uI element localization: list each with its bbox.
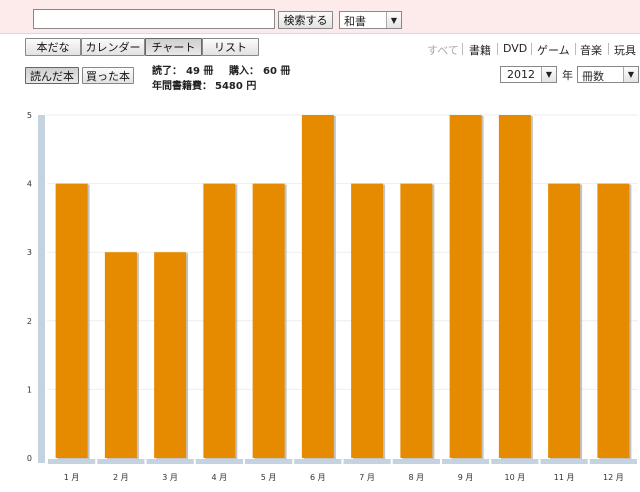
category-divider [608, 43, 609, 55]
x-axis-segment [48, 459, 96, 464]
y-tick-label: 2 [27, 317, 32, 326]
x-tick-label: 9 月 [458, 473, 474, 482]
y-axis-band [38, 115, 45, 463]
metric-select[interactable]: 冊数 ▼ [577, 66, 639, 83]
category-books[interactable]: 書籍 [469, 42, 491, 58]
bar [498, 115, 531, 458]
x-axis-segment [97, 459, 145, 464]
category-games[interactable]: ゲーム [537, 42, 570, 58]
annual-spending-value: 5480 円 [215, 81, 257, 92]
category-toys[interactable]: 玩具 [614, 42, 636, 58]
monthly-books-chart: 0 1 2 3 4 5 1 月 2 月 3 月 4 月 5 月 6 月 7 月 8 月 9 月 10 月 11 … [27, 111, 638, 482]
x-tick-label: 3 月 [162, 473, 178, 482]
bar [449, 115, 482, 458]
bought-count-label: 購入： [229, 66, 259, 77]
search-input[interactable] [33, 9, 275, 29]
bar [203, 183, 236, 458]
x-tick-label: 11 月 [554, 473, 575, 482]
category-divider [497, 43, 498, 55]
year-unit-label: 年 [562, 69, 573, 82]
y-tick-label: 1 [27, 385, 32, 394]
x-tick-label: 10 月 [505, 473, 526, 482]
x-axis-segment [294, 459, 342, 464]
x-tick-label: 1 月 [64, 473, 80, 482]
chevron-down-icon: ▼ [541, 67, 556, 82]
x-axis-segment [442, 459, 490, 464]
chevron-down-icon: ▼ [386, 12, 401, 28]
category-divider [531, 43, 532, 55]
x-tick-label: 8 月 [409, 473, 425, 482]
tab-calendar[interactable]: カレンダー [81, 38, 145, 56]
bar [597, 183, 630, 458]
metric-value: 冊数 [582, 70, 604, 83]
x-axis-segment [540, 459, 588, 464]
x-tick-label: 6 月 [310, 473, 326, 482]
y-tick-label: 4 [27, 180, 32, 189]
x-axis-segment [195, 459, 243, 464]
x-axis-segment [245, 459, 293, 464]
category-dvd[interactable]: DVD [503, 42, 527, 55]
toggle-bought-books[interactable]: 買った本 [82, 67, 134, 84]
bar [154, 252, 187, 458]
bar [104, 252, 137, 458]
x-axis-segment [491, 459, 539, 464]
year-select[interactable]: 2012 ▼ [500, 66, 557, 83]
x-tick-label: 2 月 [113, 473, 129, 482]
chevron-down-icon: ▼ [623, 67, 638, 82]
search-toolbar: 検索する 和書 ▼ [0, 0, 640, 34]
category-all[interactable]: すべて [427, 42, 459, 58]
x-axis-segment [392, 459, 440, 464]
x-tick-label: 12 月 [603, 473, 624, 482]
bought-count-value: 60 冊 [263, 66, 291, 77]
tab-bookshelf[interactable]: 本だな [25, 38, 81, 56]
x-tick-label: 7 月 [359, 473, 375, 482]
bar [55, 183, 88, 458]
x-tick-label: 5 月 [261, 473, 277, 482]
bar [400, 183, 433, 458]
y-tick-label: 5 [27, 111, 32, 120]
y-tick-label: 3 [27, 248, 32, 257]
annual-spending-label: 年間書籍費： [152, 81, 212, 92]
item-type-value: 和書 [344, 15, 366, 28]
read-count-label: 読了： [152, 66, 182, 77]
toggle-read-books[interactable]: 読んだ本 [25, 67, 79, 84]
year-value: 2012 [507, 68, 535, 81]
x-axis-segment [343, 459, 391, 464]
x-axis-segment [589, 459, 637, 464]
tab-chart[interactable]: チャート [145, 38, 202, 56]
y-tick-label: 0 [27, 454, 32, 463]
bar [301, 115, 334, 458]
bar [548, 183, 581, 458]
category-music[interactable]: 音楽 [580, 42, 602, 58]
search-button[interactable]: 検索する [278, 11, 333, 29]
bar [351, 183, 384, 458]
item-type-select[interactable]: 和書 ▼ [339, 11, 402, 29]
category-divider [575, 43, 576, 55]
read-count-value: 49 冊 [186, 66, 214, 77]
category-divider [462, 43, 463, 55]
bar [252, 183, 285, 458]
x-tick-label: 4 月 [212, 473, 228, 482]
tab-list[interactable]: リスト [202, 38, 259, 56]
x-axis-segment [146, 459, 194, 464]
